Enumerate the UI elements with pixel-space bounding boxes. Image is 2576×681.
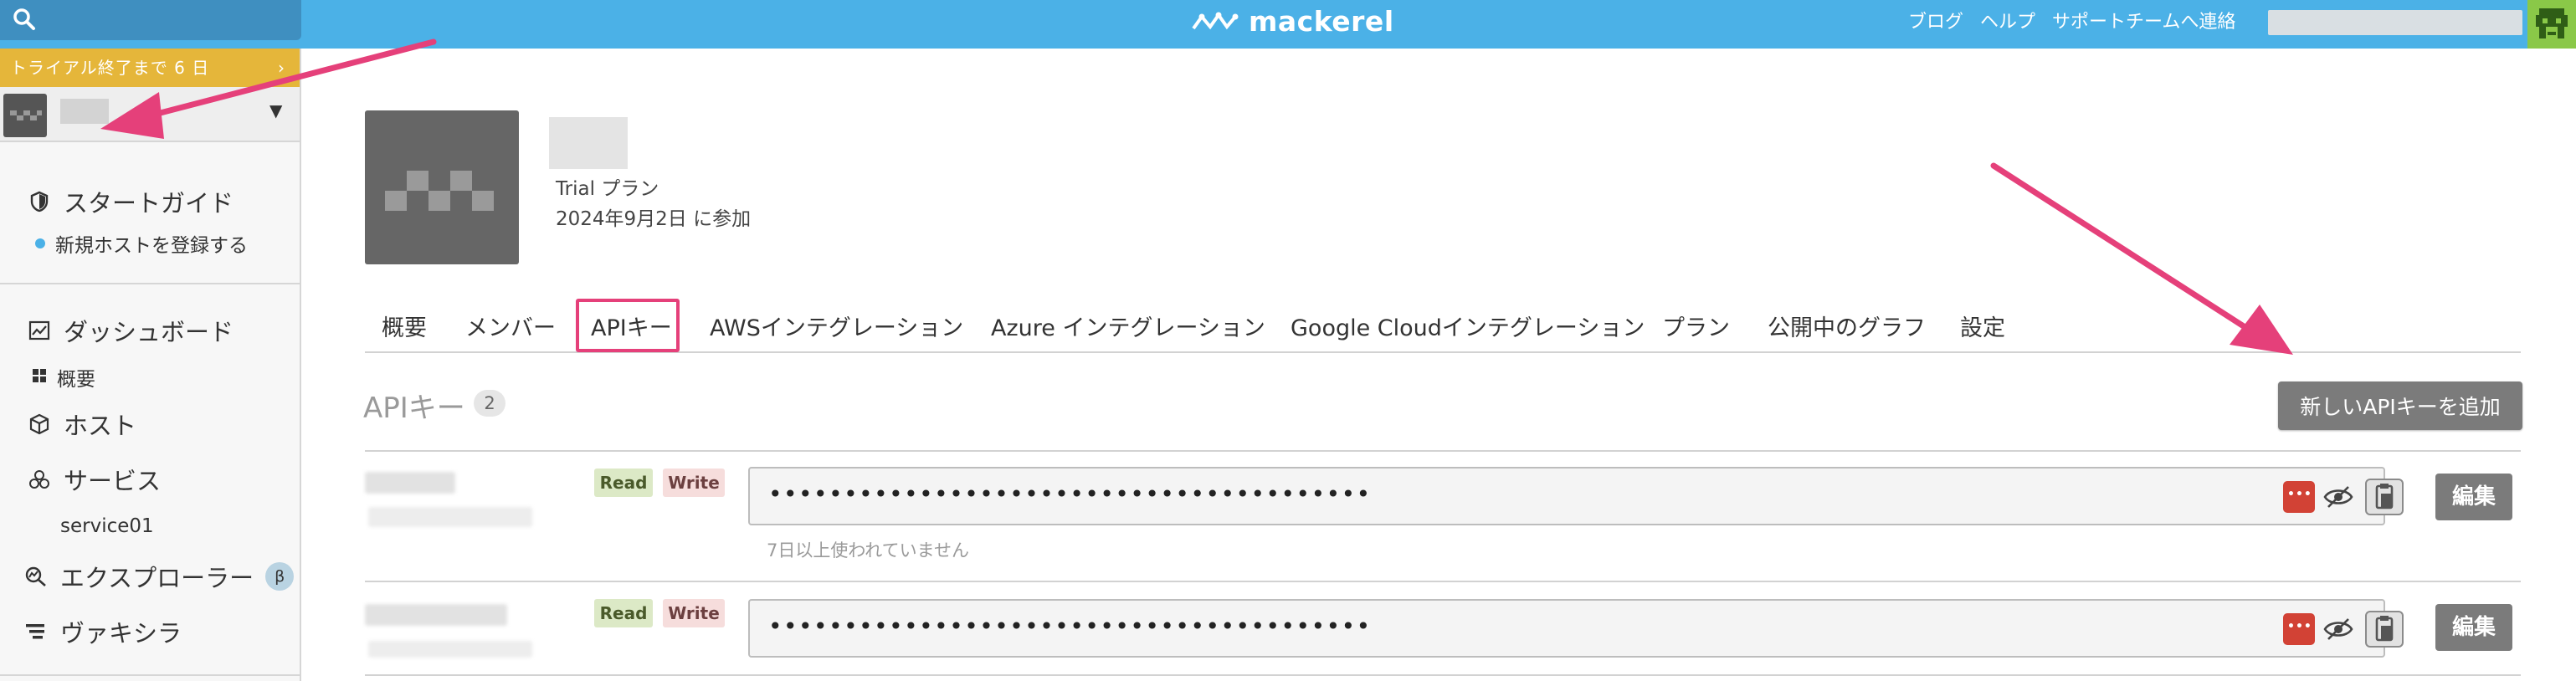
org-switcher[interactable]: ▼ bbox=[0, 87, 300, 142]
blog-link[interactable]: ブログ bbox=[1908, 7, 1963, 33]
sidebar-item-label: ヴァキシラ bbox=[60, 619, 182, 648]
grid-icon bbox=[32, 366, 47, 388]
tab-azure[interactable]: Azure インテグレーション bbox=[991, 310, 1265, 342]
beta-badge: β bbox=[265, 562, 295, 591]
org-tabs: 概要 メンバー APIキー AWSインテグレーション Azure インテグレーシ… bbox=[365, 298, 2521, 353]
explorer-icon bbox=[23, 566, 49, 587]
sidebar-item-hosts[interactable]: ホスト bbox=[27, 407, 136, 442]
tab-settings[interactable]: 設定 bbox=[1960, 310, 2005, 342]
key-name bbox=[365, 472, 455, 494]
trial-banner[interactable]: トライアル終了まで 6 日 › bbox=[0, 49, 300, 87]
sidebar-item-overview[interactable]: 概要 bbox=[32, 363, 95, 392]
trace-icon bbox=[23, 622, 49, 642]
mackerel-logo-icon bbox=[1192, 12, 1239, 30]
masked-key: •••••••••••••••••••••••••••••••••••••••• bbox=[768, 612, 1372, 640]
sidebar-item-explorer[interactable]: エクスプローラー β bbox=[23, 559, 295, 594]
search-icon bbox=[13, 8, 35, 30]
password-manager-icon[interactable]: ••• bbox=[2283, 613, 2315, 645]
edit-button[interactable]: 編集 bbox=[2435, 604, 2512, 651]
copy-button[interactable] bbox=[2365, 611, 2404, 648]
caret-down-icon: ▼ bbox=[269, 100, 283, 120]
cube-icon bbox=[27, 413, 52, 435]
joined-date: 2024年9月2日 に参加 bbox=[556, 208, 752, 230]
tab-members[interactable]: メンバー bbox=[465, 310, 556, 342]
clipboard-icon bbox=[2375, 484, 2394, 509]
write-badge: Write bbox=[663, 469, 725, 497]
tab-public-graphs[interactable]: 公開中のグラフ bbox=[1768, 310, 1926, 342]
search-button[interactable] bbox=[0, 0, 301, 40]
active-tab-highlight bbox=[576, 299, 680, 352]
top-links: ブログ ヘルプ サポートチームへ連絡 bbox=[1908, 7, 2235, 33]
sidebar-item-vaxila[interactable]: ヴァキシラ bbox=[23, 614, 182, 649]
sidebar-item-label: エクスプローラー bbox=[60, 564, 254, 592]
sidebar-item-start-guide[interactable]: スタートガイド bbox=[27, 184, 233, 219]
unused-note: 7日以上使われていません bbox=[767, 540, 970, 561]
brand-name: mackerel bbox=[1249, 4, 1394, 38]
masked-key: •••••••••••••••••••••••••••••••••••••••• bbox=[768, 480, 1372, 508]
count-badge: 2 bbox=[474, 390, 505, 417]
key-description bbox=[368, 641, 532, 658]
key-description bbox=[368, 507, 532, 527]
org-logo bbox=[365, 110, 519, 264]
shield-icon bbox=[27, 191, 52, 212]
copy-button[interactable] bbox=[2365, 479, 2404, 515]
tab-google-cloud[interactable]: Google Cloudインテグレーション bbox=[1291, 310, 1645, 342]
sidebar: トライアル終了まで 6 日 › ▼ スタートガイド 新規ホストを登録する ダッシ… bbox=[0, 49, 301, 681]
sidebar-item-service01[interactable]: service01 bbox=[60, 515, 154, 537]
user-avatar[interactable] bbox=[2527, 0, 2576, 49]
read-badge: Read bbox=[594, 469, 653, 497]
plan-text: Trial プラン bbox=[556, 178, 659, 200]
services-icon bbox=[27, 469, 52, 490]
tab-plan[interactable]: プラン bbox=[1662, 310, 1730, 342]
org-icon bbox=[3, 94, 47, 137]
clipboard-icon bbox=[2375, 616, 2394, 642]
sidebar-item-label: スタートガイド bbox=[64, 189, 234, 218]
trial-text: トライアル終了まで 6 日 bbox=[10, 58, 210, 78]
chevron-right-icon: › bbox=[278, 58, 285, 78]
read-badge: Read bbox=[594, 599, 653, 627]
sidebar-item-label: サービス bbox=[64, 467, 162, 495]
api-key-field[interactable]: ••••••••••••••••••••••••••••••••••••••••… bbox=[748, 467, 2404, 525]
sidebar-item-label: ダッシュボード bbox=[64, 318, 234, 346]
write-badge: Write bbox=[663, 599, 725, 627]
api-key-field[interactable]: ••••••••••••••••••••••••••••••••••••••••… bbox=[748, 599, 2404, 658]
section-title: APIキー bbox=[363, 392, 465, 425]
tab-overview[interactable]: 概要 bbox=[382, 310, 427, 342]
brand-logo[interactable]: mackerel bbox=[1192, 3, 1394, 38]
org-name bbox=[60, 99, 109, 124]
password-manager-icon[interactable]: ••• bbox=[2283, 481, 2315, 513]
eye-slash-icon[interactable] bbox=[2323, 485, 2353, 509]
key-name bbox=[365, 604, 507, 626]
row-divider bbox=[365, 674, 2521, 676]
row-divider bbox=[365, 581, 2521, 582]
tab-aws[interactable]: AWSインテグレーション bbox=[710, 310, 963, 342]
chart-icon bbox=[27, 320, 52, 340]
org-title bbox=[549, 117, 628, 169]
row-divider bbox=[365, 450, 2521, 452]
support-link[interactable]: サポートチームへ連絡 bbox=[2052, 7, 2235, 33]
help-link[interactable]: ヘルプ bbox=[1980, 7, 2035, 33]
sidebar-divider bbox=[0, 283, 300, 284]
edit-button[interactable]: 編集 bbox=[2435, 474, 2512, 520]
sidebar-item-register-host[interactable]: 新規ホストを登録する bbox=[35, 229, 248, 258]
add-api-key-button[interactable]: 新しいAPIキーを追加 bbox=[2278, 381, 2522, 430]
bullet-dot-icon bbox=[35, 238, 45, 248]
eye-slash-icon[interactable] bbox=[2323, 617, 2353, 641]
top-header: mackerel ブログ ヘルプ サポートチームへ連絡 bbox=[0, 0, 2576, 49]
sidebar-item-label: ホスト bbox=[64, 412, 137, 440]
sidebar-item-dashboard[interactable]: ダッシュボード bbox=[27, 313, 233, 348]
sidebar-item-label: 新規ホストを登録する bbox=[55, 235, 248, 257]
avatar-icon bbox=[2536, 8, 2568, 38]
user-menu[interactable] bbox=[2268, 10, 2522, 35]
sidebar-item-label: service01 bbox=[60, 515, 154, 537]
sidebar-item-label: 概要 bbox=[57, 369, 95, 391]
sidebar-item-services[interactable]: サービス bbox=[27, 462, 161, 497]
sidebar-divider bbox=[0, 674, 300, 676]
